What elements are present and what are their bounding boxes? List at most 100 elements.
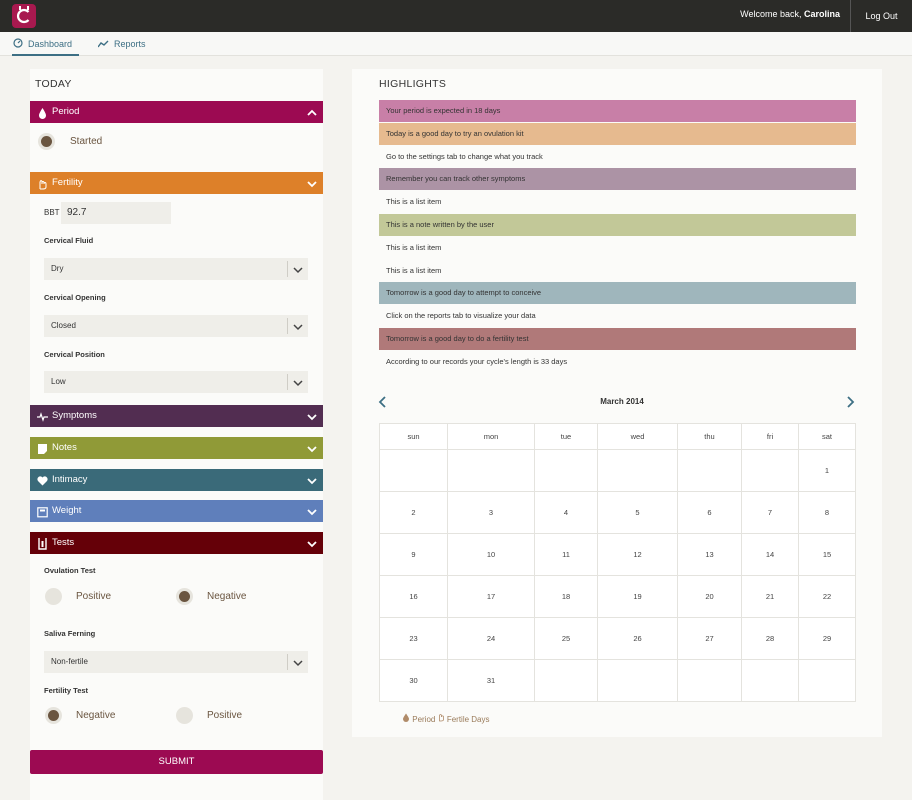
calendar-day[interactable]: 5	[597, 491, 678, 534]
chevron-down-icon[interactable]	[306, 442, 318, 454]
calendar-day[interactable]: 30	[379, 659, 448, 702]
saliva-ferning-label: Saliva Ferning	[44, 629, 96, 638]
calendar-day[interactable]: 3	[447, 491, 535, 534]
scale-icon	[37, 505, 48, 518]
today-panel: TODAY Period Started Fertility BBT 92.7 …	[30, 69, 323, 800]
main-nav: Dashboard Reports	[0, 32, 912, 56]
chevron-down-icon[interactable]	[306, 410, 318, 422]
weight-label: Weight	[52, 505, 82, 516]
period-header[interactable]: Period	[30, 101, 323, 123]
cervical-fluid-select[interactable]: Dry	[44, 258, 308, 280]
calendar-day[interactable]: 23	[379, 617, 448, 660]
intimacy-header[interactable]: Intimacy	[30, 469, 323, 491]
highlight-item: Click on the reports tab to visualize yo…	[386, 311, 536, 321]
fertility-negative-radio[interactable]	[45, 707, 62, 724]
select-divider	[287, 654, 288, 670]
highlight-item: This is a note written by the user	[379, 214, 856, 236]
fertility-header[interactable]: Fertility	[30, 172, 323, 194]
trend-icon	[97, 33, 109, 57]
logout-button[interactable]: Log Out	[850, 0, 912, 32]
calendar-day[interactable]: 12	[597, 533, 678, 576]
period-label: Period	[52, 106, 80, 117]
chevron-down-icon[interactable]	[306, 177, 318, 189]
chevron-down-icon[interactable]	[306, 537, 318, 549]
period-started-radio[interactable]	[38, 133, 55, 150]
cervical-opening-select[interactable]: Closed	[44, 315, 308, 337]
calendar-day[interactable]: 10	[447, 533, 535, 576]
calendar-day[interactable]: 24	[447, 617, 535, 660]
calendar-day[interactable]: 14	[741, 533, 799, 576]
calendar-day[interactable]: 9	[379, 533, 448, 576]
calendar-day[interactable]: 17	[447, 575, 535, 618]
calendar-month: March 2014	[600, 397, 644, 406]
chevron-down-icon[interactable]	[292, 263, 304, 285]
welcome-message: Welcome back, Carolina	[740, 9, 840, 19]
chevron-down-icon[interactable]	[306, 505, 318, 517]
calendar-day[interactable]: 19	[597, 575, 678, 618]
chevron-down-icon[interactable]	[306, 474, 318, 486]
highlight-item: Tomorrow is a good day to attempt to con…	[379, 282, 856, 305]
calendar-day[interactable]: 20	[677, 575, 742, 618]
calendar-day[interactable]: 27	[677, 617, 742, 660]
calendar-day[interactable]: 15	[798, 533, 856, 576]
calendar-empty-cell	[677, 659, 742, 702]
calendar-day[interactable]: 26	[597, 617, 678, 660]
calendar-day[interactable]: 31	[447, 659, 535, 702]
highlight-item: Today is a good day to try an ovulation …	[379, 122, 856, 145]
fertility-test-label: Fertility Test	[44, 686, 89, 695]
calendar-day[interactable]: 7	[741, 491, 799, 534]
calendar-empty-cell	[741, 449, 799, 492]
cervical-position-select[interactable]: Low	[44, 371, 308, 393]
app-logo-icon[interactable]	[12, 4, 36, 28]
bbt-input[interactable]: 92.7	[61, 202, 171, 224]
notes-label: Notes	[52, 442, 77, 453]
calendar-empty-cell	[534, 449, 598, 492]
calendar-weekday: mon	[447, 423, 535, 450]
chevron-down-icon[interactable]	[292, 320, 304, 342]
calendar-day[interactable]: 21	[741, 575, 799, 618]
calendar-day[interactable]: 28	[741, 617, 799, 660]
calendar-week-row: 2345678	[379, 491, 856, 534]
ovulation-negative-radio[interactable]	[176, 588, 193, 605]
calendar-grid: sun mon tue wed thu fri sat 1 2 3 4 5 6 7 8 9 10 11 12 13 1…	[379, 423, 856, 702]
calendar-day[interactable]: 2	[379, 491, 448, 534]
calendar-day[interactable]: 6	[677, 491, 742, 534]
calendar-empty-cell	[447, 449, 535, 492]
highlight-item: Your period is expected in 18 days	[379, 100, 856, 122]
cervical-opening-label: Cervical Opening	[44, 293, 106, 302]
calendar-day[interactable]: 25	[534, 617, 598, 660]
ovulation-positive-radio[interactable]	[45, 588, 62, 605]
submit-button[interactable]: SUBMIT	[30, 750, 323, 774]
hand-icon	[438, 714, 445, 724]
highlight-item: Tomorrow is a good day to do a fertility…	[379, 328, 856, 350]
calendar-day[interactable]: 22	[798, 575, 856, 618]
symptoms-header[interactable]: Symptoms	[30, 405, 323, 427]
legend-period-label: Period	[412, 715, 436, 724]
notes-header[interactable]: Notes	[30, 437, 323, 459]
next-month-icon[interactable]	[845, 396, 855, 411]
calendar-day[interactable]: 4	[534, 491, 598, 534]
calendar-day[interactable]: 8	[798, 491, 856, 534]
chevron-up-icon[interactable]	[306, 106, 318, 118]
chevron-down-icon[interactable]	[292, 376, 304, 398]
calendar-day[interactable]: 13	[677, 533, 742, 576]
tab-dashboard[interactable]: Dashboard	[12, 32, 79, 56]
calendar-day[interactable]: 18	[534, 575, 598, 618]
calendar-day[interactable]: 1	[798, 449, 856, 492]
heart-icon	[37, 474, 48, 486]
highlight-item: Remember you can track other symptoms	[379, 168, 856, 191]
calendar-day[interactable]: 11	[534, 533, 598, 576]
fertility-positive-radio[interactable]	[176, 707, 193, 724]
intimacy-label: Intimacy	[52, 474, 88, 485]
fertility-negative-label: Negative	[76, 710, 116, 721]
saliva-ferning-select[interactable]: Non-fertile	[44, 651, 308, 673]
weight-header[interactable]: Weight	[30, 500, 323, 522]
calendar-day[interactable]: 16	[379, 575, 448, 618]
calendar-day[interactable]: 29	[798, 617, 856, 660]
tab-reports[interactable]: Reports	[97, 32, 146, 57]
tests-header[interactable]: Tests	[30, 532, 323, 554]
calendar-week-row: 9 10 11 12 13 14 15	[379, 533, 856, 576]
highlights-title: HIGHLIGHTS	[379, 78, 447, 90]
ovulation-test-label: Ovulation Test	[44, 566, 96, 575]
chevron-down-icon[interactable]	[292, 656, 304, 678]
